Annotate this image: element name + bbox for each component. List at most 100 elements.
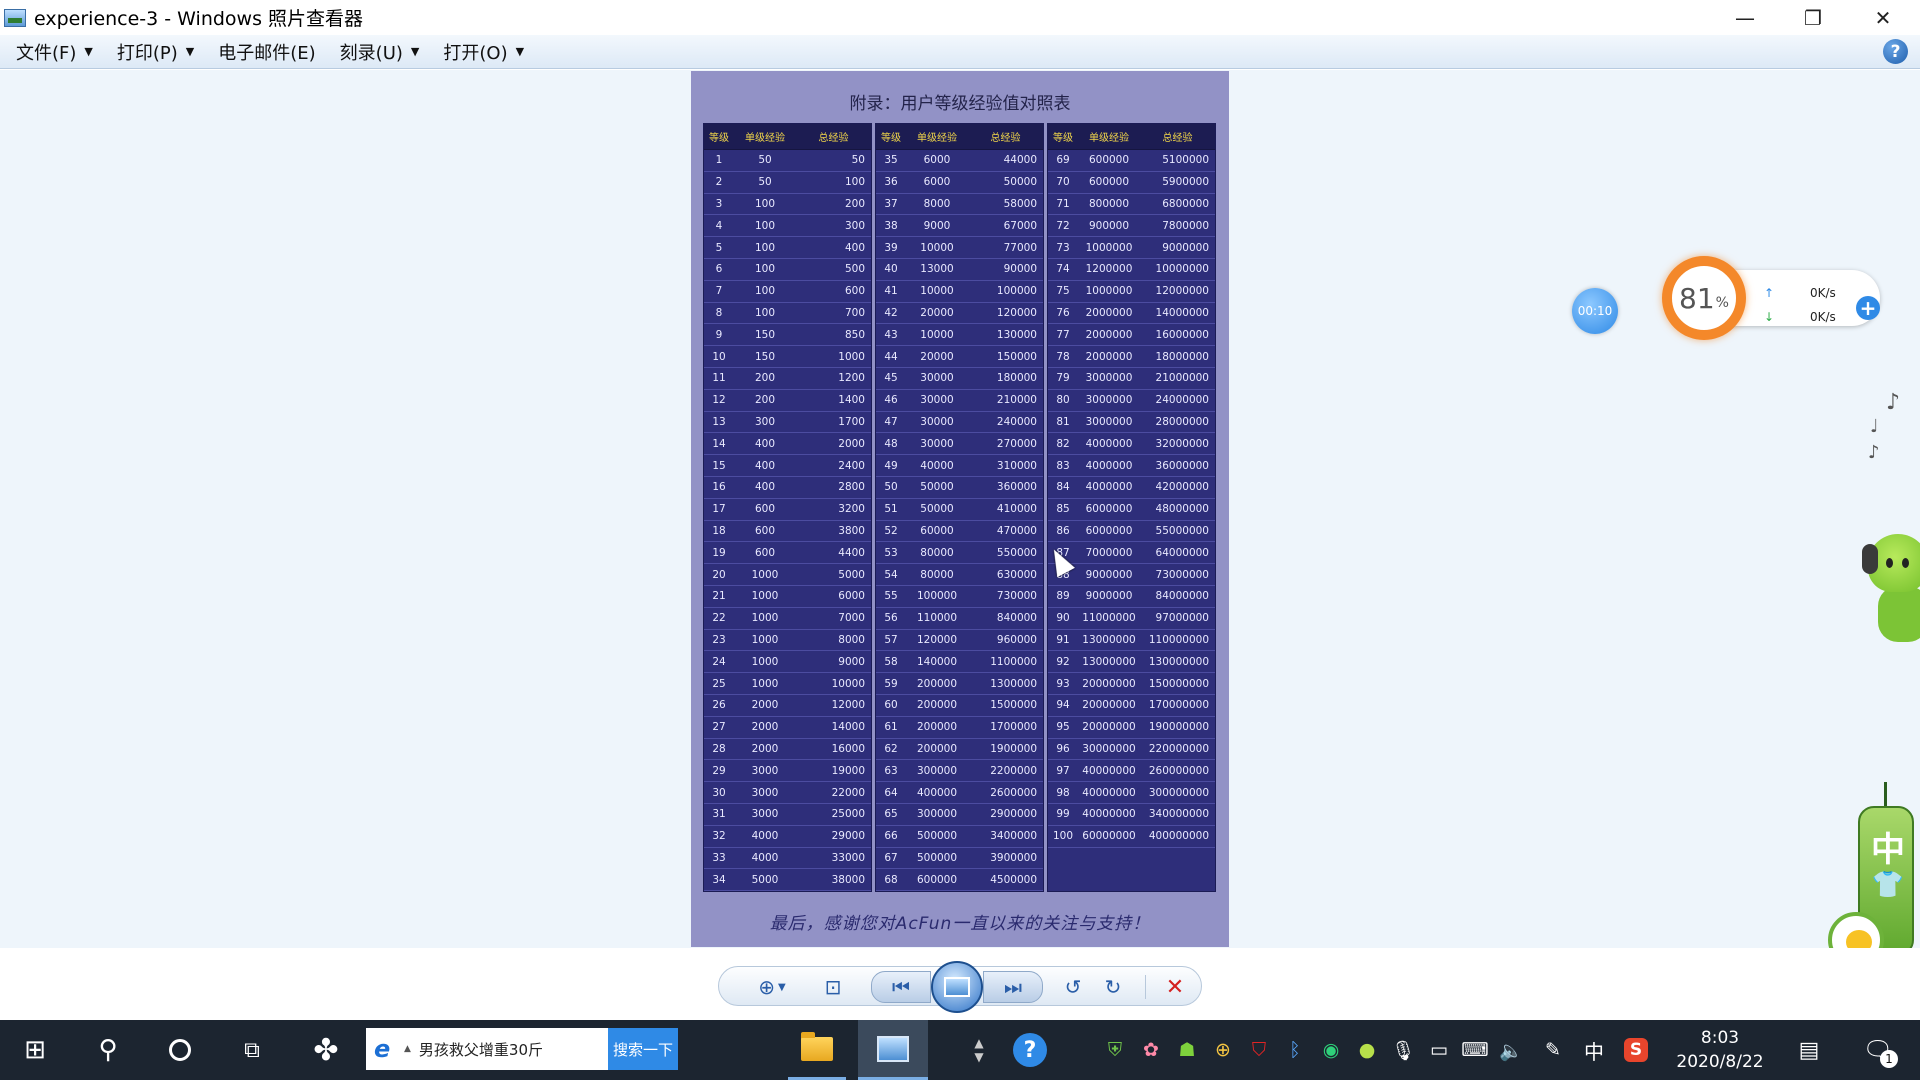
image-viewport[interactable]: 附录：用户等级经验值对照表 等级 单级经验 总经验 1 50 50 2 50 100 3 100 20… <box>0 70 1920 1028</box>
slideshow-button[interactable] <box>931 961 983 1013</box>
level-cell: 62 <box>884 742 898 755</box>
level-cell: 78 <box>1056 350 1070 363</box>
slideshow-icon <box>944 977 970 997</box>
single-exp-cell: 600000 <box>916 873 958 886</box>
zoom-button[interactable]: ⊕ ▼ <box>749 971 795 1003</box>
menu-burn[interactable]: 刻录(U) ▼ <box>330 37 430 67</box>
android-icon[interactable]: ● <box>1352 1020 1382 1080</box>
cortana-button[interactable] <box>150 1020 210 1080</box>
menu-file-label: 文件(F) <box>16 42 77 64</box>
ie-icon[interactable]: e <box>374 1035 402 1063</box>
minimize-button[interactable]: — <box>1710 0 1780 35</box>
next-button[interactable]: ⏭ <box>983 971 1043 1003</box>
menu-print-label: 打印(P) <box>116 42 178 64</box>
speed-widget-plus-button[interactable]: + <box>1856 296 1880 320</box>
sogou-ime-icon[interactable]: S <box>1620 1020 1652 1080</box>
notes-icon[interactable]: ▤ <box>1784 1020 1834 1080</box>
flower-icon[interactable]: ✿ <box>1136 1020 1166 1080</box>
floating-timer-bubble[interactable]: 00:10 <box>1572 288 1618 334</box>
pinned-app-button[interactable]: ✤ <box>296 1020 356 1080</box>
single-exp-cell: 10000 <box>920 241 954 254</box>
level-cell: 3 <box>715 197 723 210</box>
chevron-down-icon: ▼ <box>84 45 93 58</box>
level-cell: 42 <box>884 306 898 319</box>
single-exp-cell: 200 <box>754 394 776 407</box>
level-cell: 83 <box>1056 459 1070 472</box>
single-exp-cell: 8000 <box>923 197 951 210</box>
chevron-down-icon[interactable]: ▼ <box>974 1050 983 1064</box>
photo-viewer-taskbar-button[interactable] <box>858 1020 928 1080</box>
previous-button[interactable]: ⏮ <box>871 971 931 1003</box>
battery-icon[interactable]: ▭ <box>1424 1020 1454 1080</box>
taskbar-scroll-buttons[interactable]: ▲ ▼ <box>968 1020 990 1080</box>
single-exp-cell: 2000000 <box>1085 306 1133 319</box>
bluetooth-icon[interactable]: ᛒ <box>1280 1020 1310 1080</box>
total-exp-cell: 180000 <box>996 372 1037 385</box>
volume-icon[interactable]: 🔈 <box>1496 1020 1526 1080</box>
rotate-right-button[interactable]: ↻ <box>1097 971 1129 1003</box>
action-center-button[interactable]: 🗨 1 <box>1848 1020 1908 1080</box>
level-cell: 86 <box>1056 524 1070 537</box>
table-row: 49 40000 310000 <box>876 455 1043 477</box>
total-exp-cell: 50000 <box>1003 176 1037 189</box>
delete-button[interactable]: ✕ <box>1159 971 1191 1003</box>
taskbar-search-box[interactable]: e ▲ 男孩救父增重30斤 搜索一下 <box>366 1028 678 1070</box>
menu-open[interactable]: 打开(O) ▼ <box>433 37 534 67</box>
single-exp-cell: 200000 <box>916 677 958 690</box>
table-row: 46 30000 210000 <box>876 390 1043 412</box>
single-exp-cell: 1000 <box>751 568 779 581</box>
mcafee-icon[interactable]: ⛉ <box>1244 1020 1274 1080</box>
chevron-up-icon[interactable]: ▲ <box>974 1036 983 1050</box>
single-exp-cell: 50000 <box>920 481 954 494</box>
search-query[interactable]: 男孩救父增重30斤 <box>419 1039 608 1060</box>
menu-print[interactable]: 打印(P) ▼ <box>107 37 204 67</box>
search-button[interactable]: ⚲ <box>78 1020 138 1080</box>
table-row: 3 100 200 <box>704 194 871 216</box>
network-speed-widget[interactable]: 81% ↑ 0K/s ↓ 0K/s + <box>1662 256 1882 340</box>
level-cell: 45 <box>884 372 898 385</box>
system-clock[interactable]: 8:03 2020/8/22 <box>1660 1026 1780 1074</box>
level-cell: 43 <box>884 328 898 341</box>
android-mascot-widget[interactable] <box>1862 530 1920 646</box>
single-exp-cell: 20000 <box>920 306 954 319</box>
total-exp-cell: 21000000 <box>1155 372 1209 385</box>
alien-icon[interactable]: ☗ <box>1172 1020 1202 1080</box>
table-row: 86 6000000 55000000 <box>1048 521 1215 543</box>
pen-icon[interactable]: ✎ <box>1538 1020 1568 1080</box>
chat-icon[interactable]: ◉ <box>1316 1020 1346 1080</box>
total-exp-cell: 22000 <box>831 786 865 799</box>
start-button[interactable]: ⊞ <box>0 1020 70 1080</box>
shield-icon[interactable]: ⛨ <box>1100 1020 1130 1080</box>
rotate-left-button[interactable]: ↺ <box>1057 971 1089 1003</box>
search-submit-button[interactable]: 搜索一下 <box>608 1028 678 1070</box>
total-exp-cell: 3200 <box>838 503 865 516</box>
file-explorer-button[interactable] <box>788 1020 846 1080</box>
music-note-icon: ♪ <box>1868 442 1880 463</box>
help-icon[interactable]: ? <box>1883 39 1908 64</box>
table-row: 98 40000000 300000000 <box>1048 782 1215 804</box>
total-exp-cell: 270000 <box>996 437 1037 450</box>
help-app-button[interactable]: ? <box>1000 1020 1060 1080</box>
single-exp-cell: 2000 <box>751 742 779 755</box>
level-cell: 27 <box>712 721 726 734</box>
memory-usage-ring[interactable]: 81% <box>1662 256 1746 340</box>
menu-file[interactable]: 文件(F) ▼ <box>6 37 103 67</box>
task-view-button[interactable]: ⧉ <box>222 1020 282 1080</box>
network-icon[interactable]: ⌨ <box>1460 1020 1490 1080</box>
ime-indicator[interactable]: 中 <box>1578 1020 1610 1080</box>
single-exp-cell: 300 <box>754 415 776 428</box>
mic-icon[interactable]: 🎙 <box>1388 1020 1418 1080</box>
table-row: 39 10000 77000 <box>876 237 1043 259</box>
photo-viewer-app-icon[interactable] <box>4 8 26 27</box>
menu-email[interactable]: 电子邮件(E) <box>208 37 325 67</box>
close-button[interactable]: ✕ <box>1848 0 1918 35</box>
total-exp-cell: 3800 <box>838 524 865 537</box>
restore-button[interactable]: ❐ <box>1778 0 1848 35</box>
single-exp-cell: 40000000 <box>1082 764 1136 777</box>
plus-circle-icon[interactable]: ⊕ <box>1208 1020 1238 1080</box>
single-exp-cell: 150 <box>754 350 776 363</box>
shirt-icon: 👕 <box>1871 870 1905 900</box>
total-exp-cell: 44000 <box>1003 154 1037 167</box>
single-exp-cell: 2000000 <box>1085 350 1133 363</box>
actual-size-button[interactable]: ⊡ <box>817 971 849 1003</box>
